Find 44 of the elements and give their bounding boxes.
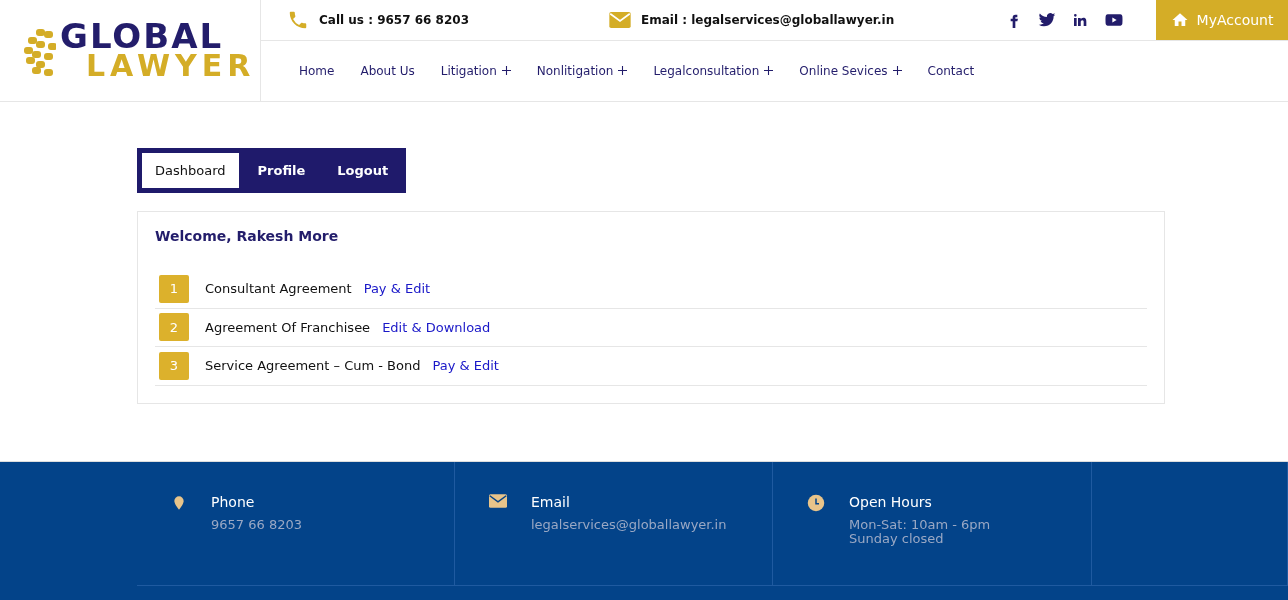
footer-text: Mon-Sat: 10am - 6pm <box>849 518 991 532</box>
logo[interactable]: GLOBAL LAWYER <box>0 0 261 101</box>
footer-text: Sunday closed <box>849 532 945 546</box>
agreement-title: Service Agreement – Cum - Bond <box>205 358 421 374</box>
phone-icon <box>287 9 309 31</box>
nav-link[interactable]: About Us <box>360 64 415 78</box>
envelope-icon <box>489 494 507 508</box>
number-badge: 2 <box>159 313 189 342</box>
plus-icon <box>501 66 511 75</box>
tab[interactable]: Logout <box>324 153 402 188</box>
nav-link[interactable]: Litigation <box>440 64 511 78</box>
action-link[interactable]: Pay & Edit <box>363 281 431 297</box>
plus-icon <box>892 66 902 75</box>
linkedin-icon <box>1072 11 1088 29</box>
footer-heading: Phone <box>211 494 256 510</box>
agreement-title: Agreement Of Franchisee <box>205 319 371 335</box>
envelope-icon <box>609 12 631 28</box>
action-link[interactable]: Pay & Edit <box>432 358 499 374</box>
tab[interactable]: Profile <box>244 153 319 188</box>
logo-text: GLOBAL <box>60 20 224 53</box>
number-badge: 1 <box>159 274 189 303</box>
phone-text: Call us : 9657 66 8203 <box>319 13 469 27</box>
location-pin-icon <box>171 494 187 512</box>
footer-heading: Email <box>531 494 571 510</box>
nav-link[interactable]: Legalconsultation <box>653 64 774 78</box>
footer-text: legalservices@globallawyer.in <box>531 518 727 532</box>
plus-icon <box>764 66 774 75</box>
number-badge: 3 <box>159 351 189 380</box>
email-text: Email : legalservices@globallawyer.in <box>641 13 895 27</box>
tab[interactable]: Dashboard <box>142 153 239 188</box>
footer-heading: Open Hours <box>849 494 933 510</box>
nav-link[interactable]: Home <box>299 64 335 78</box>
home-icon <box>1170 11 1189 29</box>
nav-link[interactable]: Contact <box>927 64 975 78</box>
plus-icon <box>618 66 628 75</box>
twitter-icon <box>1038 11 1056 29</box>
nav-link[interactable]: Online Sevices <box>799 64 902 78</box>
clock-icon <box>807 494 825 512</box>
agreement-title: Consultant Agreement <box>205 281 352 297</box>
welcome-heading: Welcome, Rakesh More <box>155 228 340 244</box>
action-link[interactable]: Edit & Download <box>382 319 491 335</box>
footer-text: 9657 66 8203 <box>211 518 302 532</box>
nav-link[interactable]: Nonlitigation <box>536 64 628 78</box>
logo-text: LAWYER <box>85 52 256 81</box>
